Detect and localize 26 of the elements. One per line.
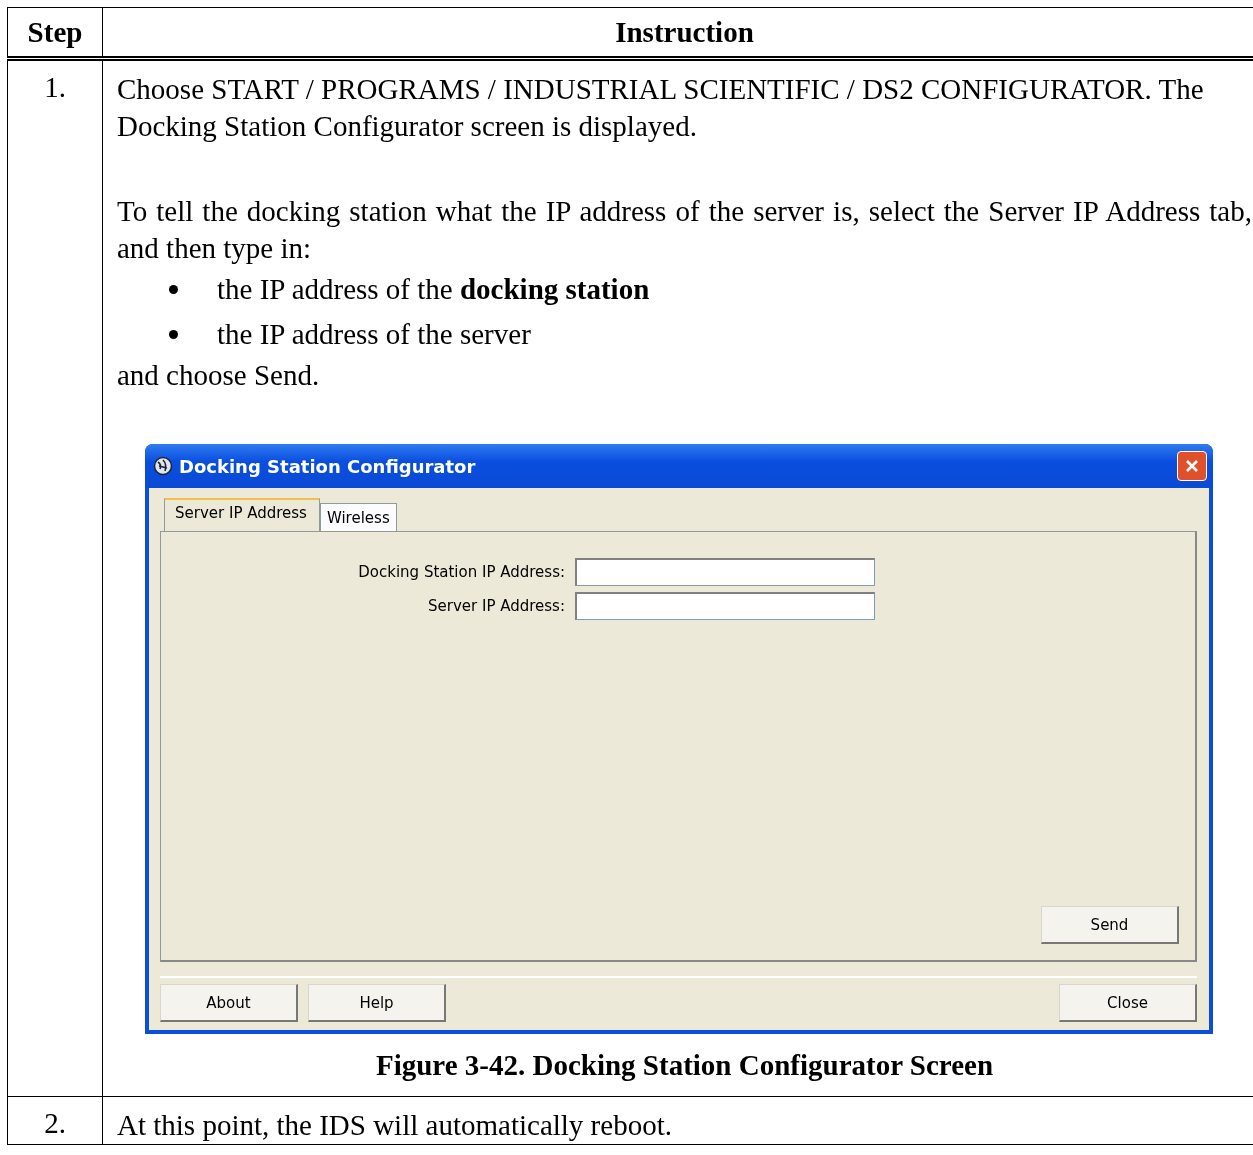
- send-button[interactable]: Send: [1041, 906, 1179, 944]
- column-header: Step: [7, 7, 103, 59]
- instruction-text: At this point, the IDS will automatically reboot.: [117, 1108, 673, 1143]
- input-field[interactable]: [575, 592, 875, 620]
- input-field[interactable]: [575, 558, 875, 586]
- field-label: Server IP Address:: [428, 597, 565, 615]
- column-header: Instruction: [102, 7, 1253, 59]
- tab[interactable]: Server IP Address: [164, 498, 320, 531]
- close-icon[interactable]: [1177, 451, 1207, 481]
- step-number: 2.: [44, 1107, 66, 1139]
- globe-icon: [153, 456, 173, 476]
- instruction-text: and choose Send.: [117, 358, 321, 393]
- bullet-text: the IP address of the server: [217, 318, 531, 351]
- bullet-icon: [169, 285, 178, 294]
- bullet-icon: [169, 330, 178, 339]
- window-title: Docking Station Configurator: [179, 455, 477, 477]
- instruction-text: Choose START / PROGRAMS / INDUSTRIAL SCIENTIFIC / DS2 CONFIGURATOR. The Docking Station Configurator screen is displayed.: [117, 72, 1205, 144]
- tab[interactable]: Wireless: [319, 503, 397, 531]
- field-label: Docking Station IP Address:: [358, 563, 565, 581]
- dialog-button[interactable]: About: [160, 984, 298, 1022]
- dialog-button[interactable]: Help: [308, 984, 446, 1022]
- instruction-text: To tell the docking station what the IP address of the server is, select the Server IP Address tab, and then type in:: [117, 194, 1253, 266]
- bullet-text: the IP address of the docking station: [217, 273, 650, 306]
- figure-caption: Figure 3-42. Docking Station Configurator Screen: [374, 1048, 994, 1082]
- step-number: 1.: [44, 71, 66, 103]
- close-button[interactable]: Close: [1059, 984, 1197, 1022]
